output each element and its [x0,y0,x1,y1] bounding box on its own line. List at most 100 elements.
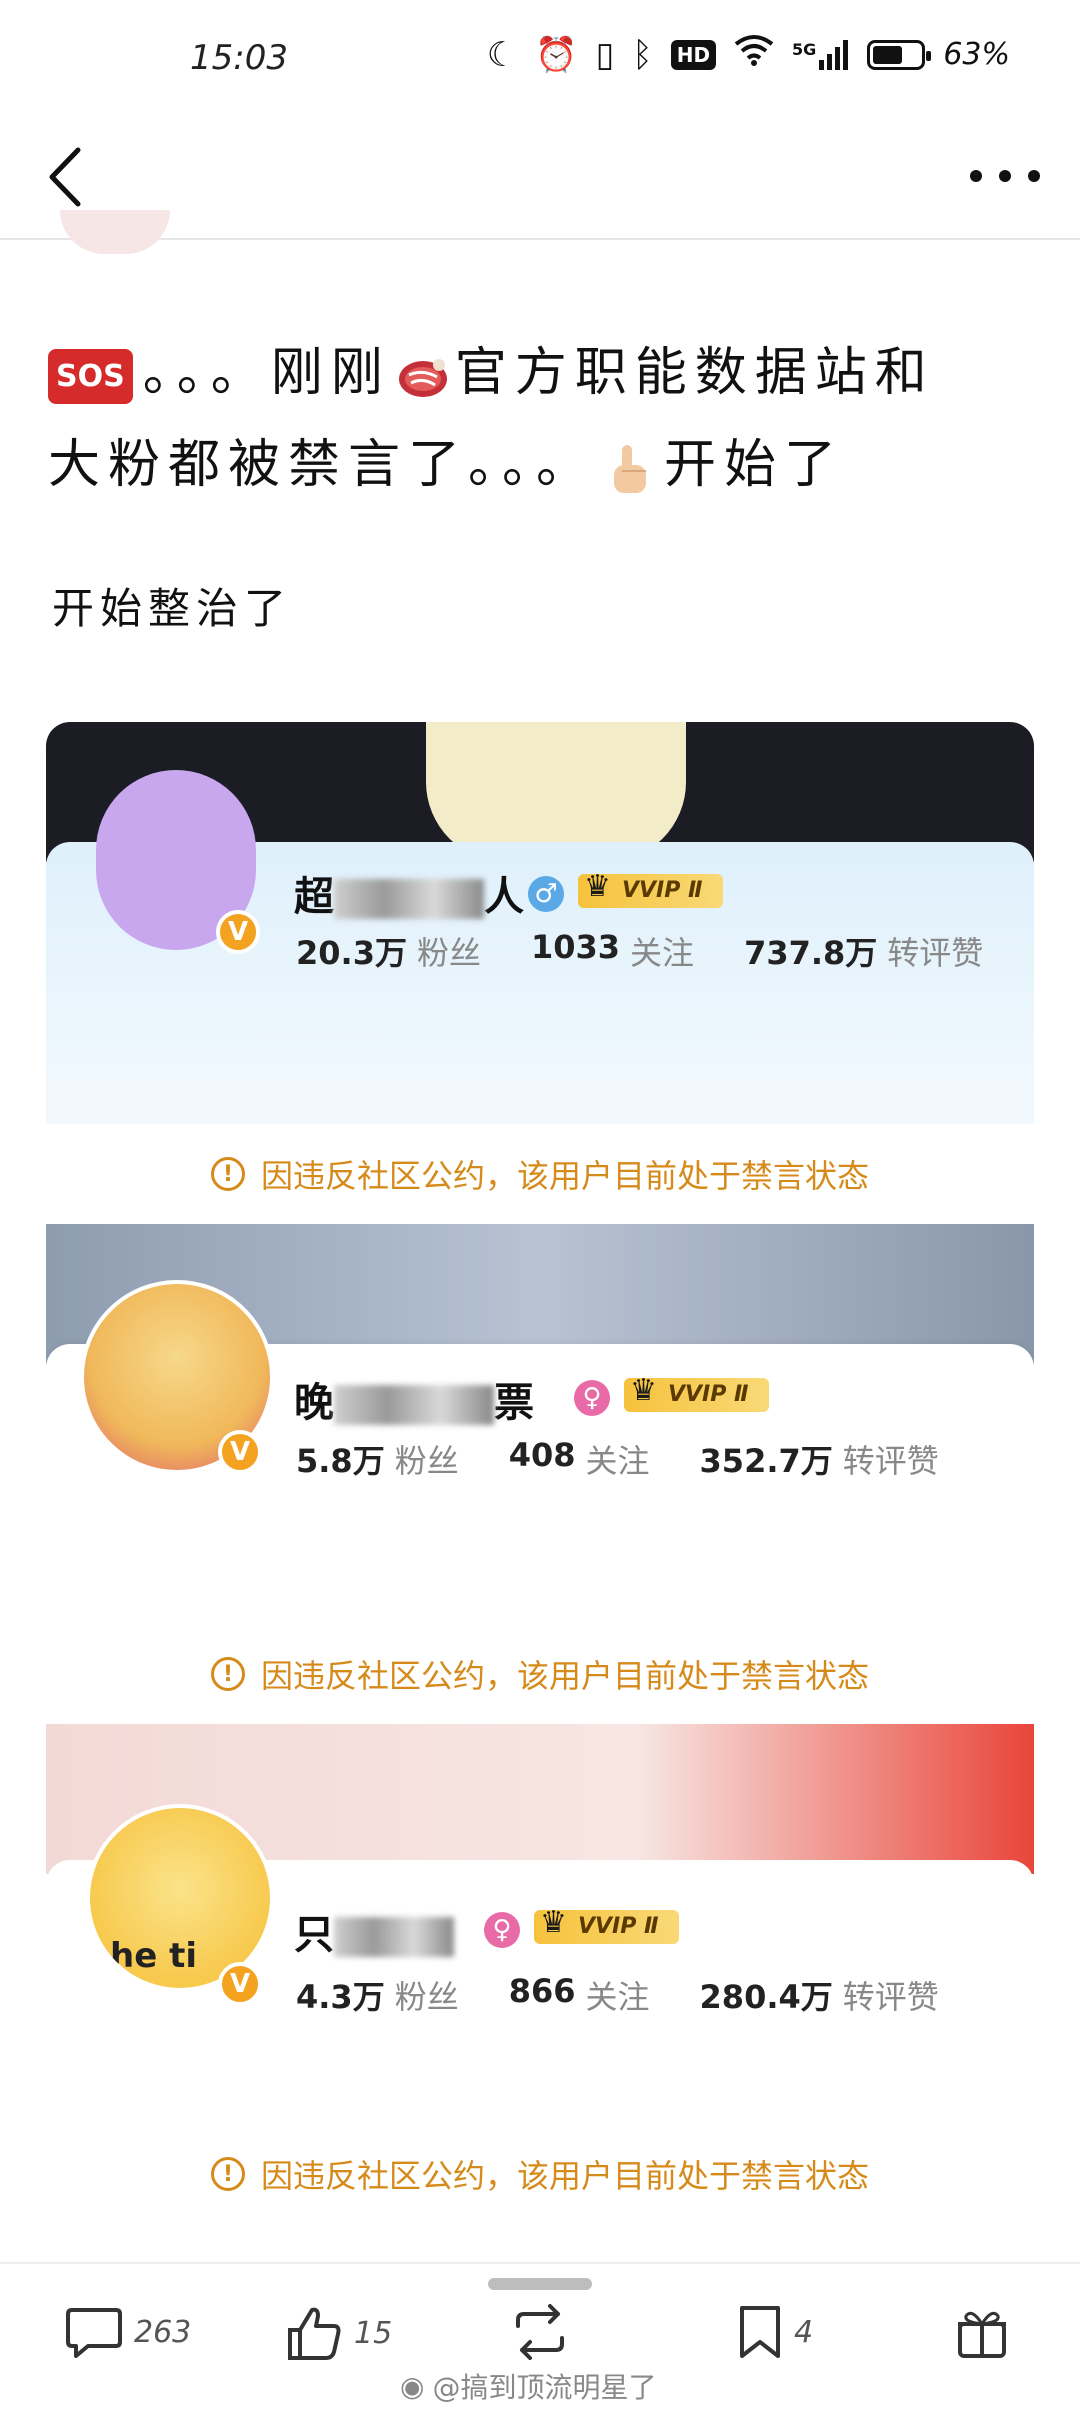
post-text-d: 开始了 [664,435,845,495]
user-card-2[interactable]: V 晚票 ♀ ♛ VVIP Ⅱ 5.8万 粉丝 408 关注 352.7万 转评赞 ! 因… [46,1224,1034,1724]
post-text-b: 官方职能数据站和 [454,343,935,403]
vvip-label: VVIP Ⅱ [622,878,703,903]
like-count: 15 [354,2315,393,2351]
meat-emoji-icon [395,349,451,405]
ban-warning-text: 因违反社区公约，该用户目前处于禁言状态 [260,1157,869,1195]
ban-warning: ! 因违反社区公约，该用户目前处于禁言状态 [46,1624,1034,1724]
verified-badge-icon: V [216,910,260,954]
vvip-badge: ♛ VVIP Ⅱ [578,870,723,908]
username[interactable]: 只 [294,1902,454,1960]
vvip-badge: ♛ VVIP Ⅱ [624,1374,769,1412]
followers-label: 粉丝 [394,1978,459,2016]
favorite-count: 4 [794,2314,814,2350]
username-prefix: 只 [294,1912,334,1958]
battery-fill [873,45,903,64]
user-stats: 20.3万 粉丝 1033 关注 737.8万 转评赞 [296,928,983,974]
gift-button[interactable] [954,2304,1010,2360]
bluetooth-icon: ᛒ [632,34,653,75]
username-suffix: 人 [484,874,524,920]
warning-icon: ! [210,1657,245,1691]
warning-icon: ! [210,1157,245,1191]
engagement-count: 280.4万 [699,1978,833,2016]
pointing-up-emoji-icon [602,441,658,497]
post-text-a: 刚刚 [270,343,391,403]
vvip-label: VVIP Ⅱ [668,1382,749,1407]
verified-badge-icon: V [218,1430,262,1474]
avatar-caption: he ti [110,1936,198,1976]
following-count: 408 [508,1436,576,1474]
comment-icon [66,2308,122,2358]
status-icons: ☾ ⏰ ▯ ᛒ HD 5G 63% [487,34,1010,75]
ban-warning-text: 因违反社区公约，该用户目前处于禁言状态 [260,2157,869,2195]
wifi-icon [734,34,774,75]
crown-icon: ♛ [540,1905,567,1940]
more-dots-icon[interactable] [970,156,1040,196]
banner-figure [426,722,686,862]
post-text-line2: 大粉都被禁言了。。。 开始了 [48,422,844,497]
following-label: 关注 [585,1978,650,2016]
ban-warning: ! 因违反社区公约，该用户目前处于禁言状态 [46,1124,1034,1224]
username-prefix: 超 [294,874,334,920]
repost-button[interactable] [508,2304,572,2360]
ban-warning-text: 因违反社区公约，该用户目前处于禁言状态 [260,1657,869,1695]
gift-icon [958,2311,1006,2358]
following-count: 866 [508,1972,576,2010]
thumbs-up-icon [288,2307,341,2360]
vvip-label: VVIP Ⅱ [578,1914,659,1939]
user-stats: 5.8万 粉丝 408 关注 352.7万 转评赞 [296,1436,939,1482]
comment-count: 263 [134,2314,192,2350]
user-card-1[interactable]: V 超人 ♂ ♛ VVIP Ⅱ 20.3万 粉丝 1033 关注 737.8万 转评赞 … [46,722,1034,1224]
hd-icon: HD [670,39,717,70]
weibo-logo-icon: ◉ [400,2369,425,2403]
followers-label: 粉丝 [416,934,481,972]
user-card-3[interactable]: he ti V 只 ♀ ♛ VVIP Ⅱ 4.3万 粉丝 866 关注 280.4万转… [46,1724,1034,2222]
status-time: 15:03 [190,38,288,78]
username-blur [334,879,484,919]
battery-percent: 63% [943,37,1010,72]
user-stats: 4.3万 粉丝 866 关注 280.4万 转评赞 [296,1972,939,2018]
post-dots: 。。。 [142,343,271,403]
ban-warning: ! 因违反社区公约，该用户目前处于禁言状态 [46,2124,1034,2222]
chevron-left-icon[interactable] [40,142,100,212]
following-label: 关注 [630,934,695,972]
cellular-icon: 5G [792,39,849,70]
verified-badge-icon: V [218,1962,262,2006]
sos-emoji-icon: SOS [48,349,133,404]
alarm-icon: ⏰ [535,34,578,75]
following-label: 关注 [585,1442,650,1480]
warning-icon: ! [210,2157,245,2191]
home-indicator[interactable] [488,2278,592,2290]
status-bar: 15:03 ☾ ⏰ ▯ ᛒ HD 5G 63% [0,0,1080,120]
female-gender-icon: ♀ [484,1912,520,1948]
engagement-count: 352.7万 [699,1442,833,1480]
vibrate-icon: ▯ [595,34,615,75]
crown-icon: ♛ [630,1373,657,1408]
vvip-badge: ♛ VVIP Ⅱ [534,1906,679,1944]
followers-count: 5.8万 [296,1442,385,1480]
followers-count: 20.3万 [296,934,407,972]
watermark-text: @搞到顶流明星了 [432,2371,657,2404]
author-avatar-peek[interactable] [60,210,170,254]
username[interactable]: 超人 [294,864,524,922]
followers-label: 粉丝 [394,1442,459,1480]
battery-icon [867,39,932,70]
engagement-label: 转评赞 [842,1442,939,1480]
username-blur [334,1917,454,1957]
weibo-watermark: ◉ @搞到顶流明星了 [400,2366,656,2406]
engagement-label: 转评赞 [842,1978,939,2016]
bookmark-icon [740,2306,780,2358]
moon-icon: ☾ [486,34,518,75]
like-button[interactable]: 15 [284,2304,392,2362]
post-text-c: 大粉都被禁言了。。。 [48,435,597,495]
male-gender-icon: ♂ [528,876,564,912]
network-type: 5G [792,39,817,59]
crown-icon: ♛ [584,869,611,904]
username-blur [334,1385,494,1425]
engagement-count: 737.8万 [744,934,878,972]
following-count: 1033 [530,928,621,966]
comment-button[interactable]: 263 [64,2304,191,2360]
favorite-button[interactable]: 4 [736,2304,813,2360]
username[interactable]: 晚票 [294,1370,534,1428]
post-text-line1: SOS 。。。刚刚 官方职能数据站和 [48,330,935,405]
engagement-label: 转评赞 [887,934,984,972]
